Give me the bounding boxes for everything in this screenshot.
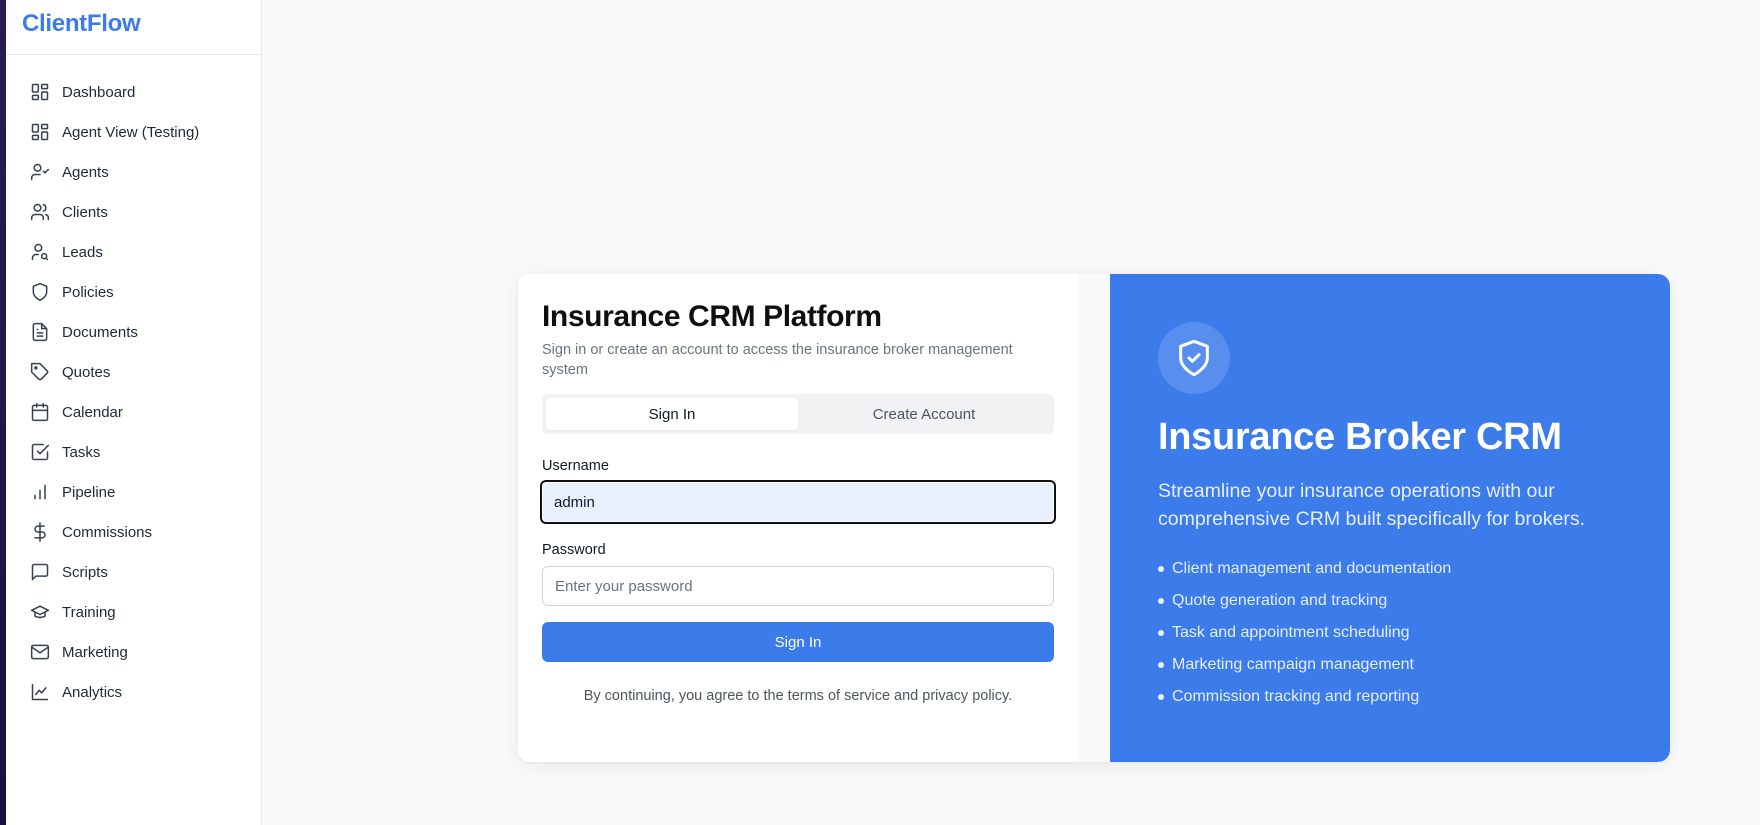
user-search-icon <box>30 242 50 262</box>
username-label: Username <box>542 458 609 474</box>
sidebar-item-scripts[interactable]: Scripts <box>6 552 261 592</box>
user-check-icon <box>30 162 50 182</box>
sidebar-item-leads[interactable]: Leads <box>6 232 261 272</box>
sidebar-item-label: Clients <box>62 203 108 221</box>
sign-in-button[interactable]: Sign In <box>542 622 1054 662</box>
bullet-icon <box>1158 662 1164 668</box>
sidebar-item-label: Tasks <box>62 443 101 461</box>
sidebar: ClientFlow Dashboard Agent View (Testing… <box>6 0 262 825</box>
feature-text: Task and appointment scheduling <box>1172 624 1410 641</box>
file-text-icon <box>30 322 50 342</box>
sidebar-item-tasks[interactable]: Tasks <box>6 432 261 472</box>
sidebar-item-documents[interactable]: Documents <box>6 312 261 352</box>
message-square-icon <box>30 562 50 582</box>
sidebar-item-pipeline[interactable]: Pipeline <box>6 472 261 512</box>
username-input[interactable] <box>554 493 1042 511</box>
graduation-cap-icon <box>30 602 50 622</box>
auth-tabs: Sign In Create Account <box>542 394 1054 434</box>
line-chart-icon <box>30 682 50 702</box>
feature-text: Quote generation and tracking <box>1172 592 1388 609</box>
sidebar-item-label: Documents <box>62 323 138 341</box>
auth-panel: Insurance CRM Platform Sign in or create… <box>518 274 1078 762</box>
sidebar-item-label: Analytics <box>62 683 123 701</box>
password-label: Password <box>542 542 606 558</box>
sidebar-item-label: Training <box>62 603 116 621</box>
list-item: Marketing campaign management <box>1158 649 1622 681</box>
check-square-icon <box>30 442 50 462</box>
shield-icon <box>30 282 50 302</box>
feature-text: Commission tracking and reporting <box>1172 688 1420 705</box>
sidebar-item-commissions[interactable]: Commissions <box>6 512 261 552</box>
username-field[interactable] <box>540 480 1056 524</box>
panel-divider <box>1078 274 1110 762</box>
promo-description: Streamline your insurance operations wit… <box>1158 480 1585 530</box>
feature-list: Client management and documentation Quot… <box>1158 553 1622 713</box>
tab-sign-in[interactable]: Sign In <box>546 398 798 430</box>
sidebar-item-quotes[interactable]: Quotes <box>6 352 261 392</box>
sidebar-item-training[interactable]: Training <box>6 592 261 632</box>
brand-logo-text[interactable]: ClientFlow <box>22 10 141 37</box>
feature-text: Marketing campaign management <box>1172 656 1414 673</box>
list-item: Task and appointment scheduling <box>1158 617 1622 649</box>
users-icon <box>30 202 50 222</box>
bullet-icon <box>1158 566 1164 572</box>
sidebar-item-label: Marketing <box>62 643 128 661</box>
bullet-icon <box>1158 630 1164 636</box>
sidebar-nav: Dashboard Agent View (Testing) Agents Cl… <box>6 55 261 712</box>
sidebar-item-label: Scripts <box>62 563 108 581</box>
sidebar-item-label: Dashboard <box>62 83 136 101</box>
sidebar-item-label: Agent View (Testing) <box>62 123 200 141</box>
password-field[interactable] <box>542 566 1054 606</box>
list-item: Commission tracking and reporting <box>1158 681 1622 713</box>
promo-icon-badge <box>1158 322 1230 394</box>
list-item: Quote generation and tracking <box>1158 585 1622 617</box>
mail-icon <box>30 642 50 662</box>
bullet-icon <box>1158 694 1164 700</box>
page-title: Insurance CRM Platform <box>542 300 882 333</box>
sidebar-item-label: Policies <box>62 283 114 301</box>
sidebar-item-label: Quotes <box>62 363 111 381</box>
sidebar-item-agents[interactable]: Agents <box>6 152 261 192</box>
terms-text: By continuing, you agree to the terms of… <box>583 688 1013 704</box>
tab-create-account[interactable]: Create Account <box>798 398 1050 430</box>
sidebar-item-label: Leads <box>62 243 103 261</box>
grid-icon <box>30 82 50 102</box>
sidebar-item-clients[interactable]: Clients <box>6 192 261 232</box>
grid-icon <box>30 122 50 142</box>
sidebar-item-marketing[interactable]: Marketing <box>6 632 261 672</box>
shield-check-icon <box>1179 339 1209 377</box>
brand-header: ClientFlow <box>6 0 261 55</box>
list-item: Client management and documentation <box>1158 553 1622 585</box>
bar-chart-icon <box>30 482 50 502</box>
promo-panel: Insurance Broker CRM Streamline your ins… <box>1110 274 1670 762</box>
tag-icon <box>30 362 50 382</box>
page-subtitle: Sign in or create an account to access t… <box>542 342 1013 378</box>
promo-title: Insurance Broker CRM <box>1158 416 1562 458</box>
sidebar-item-label: Pipeline <box>62 483 116 501</box>
password-input[interactable] <box>555 577 1041 595</box>
auth-card: Insurance CRM Platform Sign in or create… <box>518 274 1670 762</box>
sidebar-item-agent-view[interactable]: Agent View (Testing) <box>6 112 261 152</box>
dollar-icon <box>30 522 50 542</box>
bullet-icon <box>1158 598 1164 604</box>
sidebar-item-label: Commissions <box>62 523 153 541</box>
sidebar-item-policies[interactable]: Policies <box>6 272 261 312</box>
sidebar-item-label: Calendar <box>62 403 123 421</box>
sidebar-item-dashboard[interactable]: Dashboard <box>6 72 261 112</box>
feature-text: Client management and documentation <box>1172 560 1452 577</box>
sidebar-item-label: Agents <box>62 163 109 181</box>
sidebar-item-calendar[interactable]: Calendar <box>6 392 261 432</box>
calendar-icon <box>30 402 50 422</box>
sidebar-item-analytics[interactable]: Analytics <box>6 672 261 712</box>
